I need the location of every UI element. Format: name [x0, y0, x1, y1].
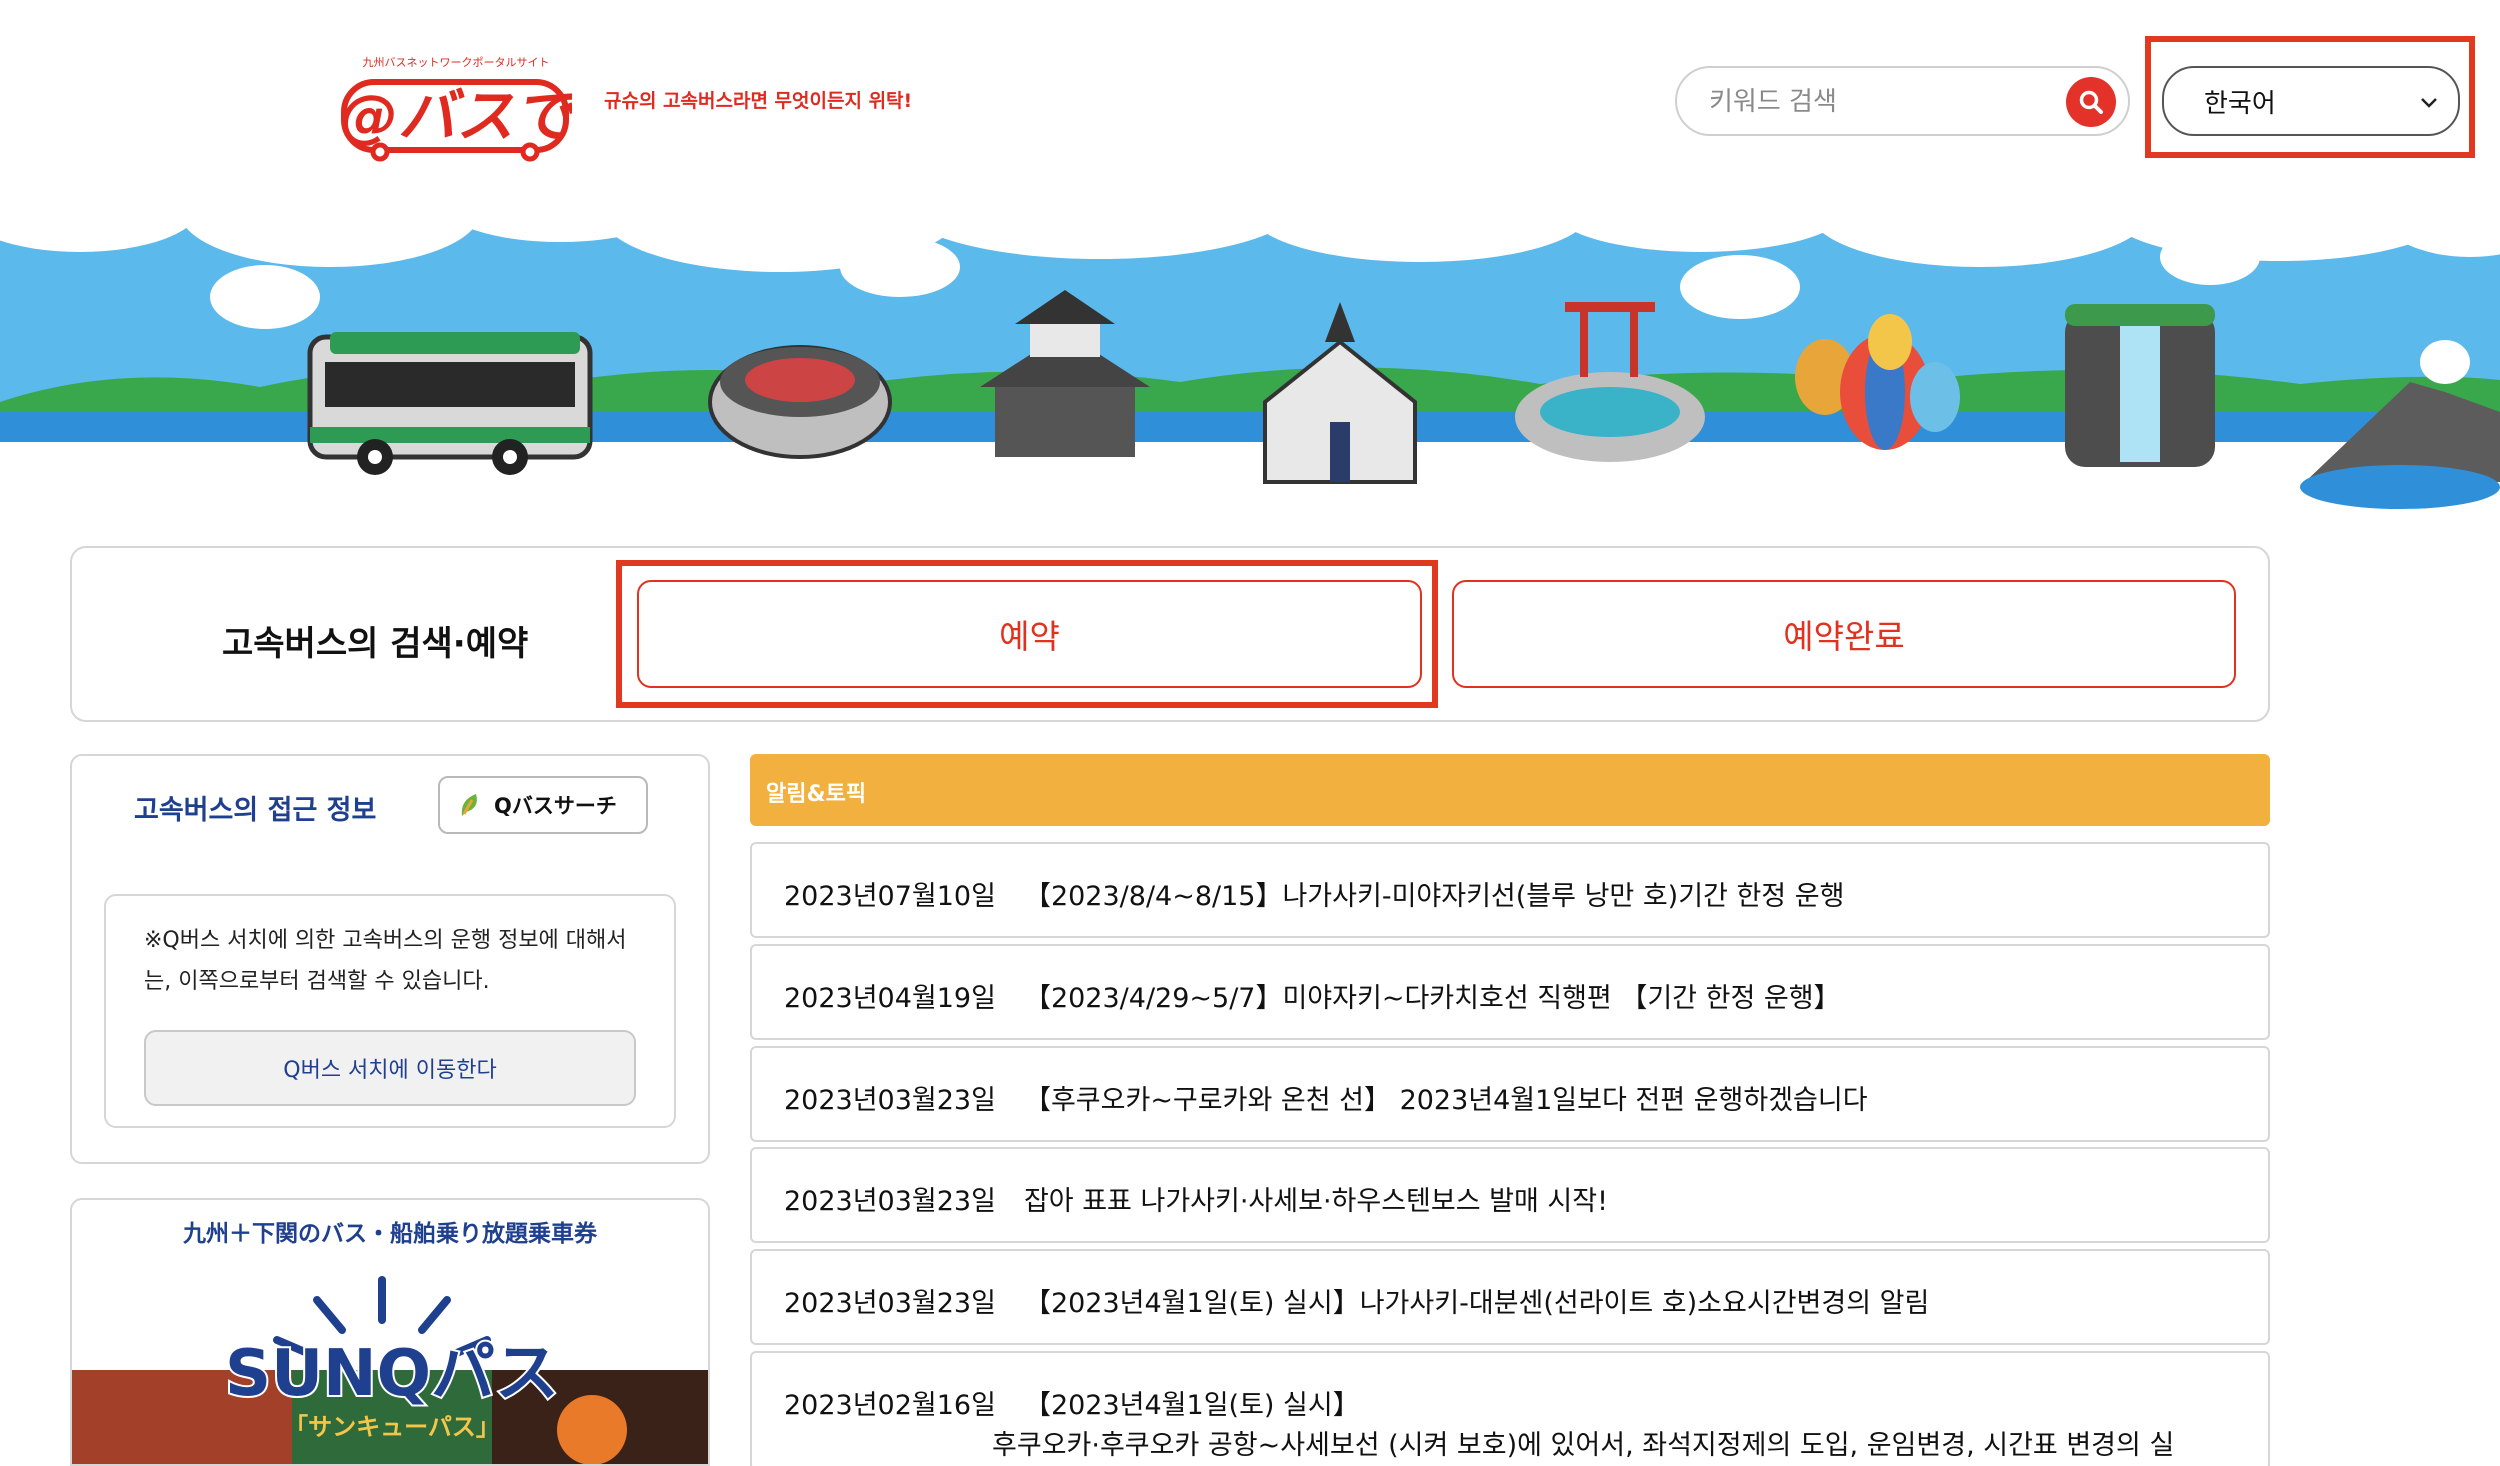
reservation-complete-button[interactable]: 예약완료 [1452, 580, 2236, 688]
stadium-illustration [708, 345, 892, 459]
sunq-logo-text: SUNQパス [225, 1337, 559, 1411]
news-title: 【후쿠오카~구로카와 온천 선】 2023년4월1일보다 전편 운행하겠습니다 [1023, 1085, 1868, 1116]
panel-title: 고속버스의 검색·예약 [222, 624, 529, 664]
chevron-down-icon [2421, 98, 2437, 108]
leaf-icon [461, 794, 477, 816]
news-header: 알림&토픽 [750, 754, 2270, 826]
news-item[interactable]: 2023년02월16일 【2023년4월1일(토) 실시】 후쿠오카·후쿠오카 공… [750, 1351, 2270, 1466]
news-title-continued: 후쿠오카·후쿠오카 공항~사세보선 (시켜 보호)에 있어서, 좌석지정제의 도… [992, 1430, 2175, 1461]
search-button[interactable] [2066, 77, 2116, 127]
site-tagline: 규슈의 고속버스라면 무엇이든지 위탁! [604, 90, 913, 112]
sunq-pass-promo[interactable]: 九州＋下関のバス・船舶乗り放題乗車券 SUNQパス 「サンキューパス」 [70, 1198, 710, 1466]
news-item[interactable]: 2023년03월23일 【2023년4월1일(토) 실시】나가사키-대분센(선라이… [750, 1249, 2270, 1345]
news-item[interactable]: 2023년04월19일 【2023/4/29~5/7】미야자키~다카치호선 직행편… [750, 944, 2270, 1040]
access-description: ※Q버스 서치에 의한 고속버스의 운행 정보에 대해서는, 이쪽으로부터 검색… [144, 928, 627, 994]
news-title: 【2023년4월1일(토) 실시】나가사키-대분센(선라이트 호)소요시간변경의… [1023, 1288, 1930, 1319]
news-date: 2023년03월23일 [784, 1288, 996, 1319]
keyword-search [1675, 66, 2130, 136]
news-item[interactable]: 2023년03월23일 잡아 표표 나가사키·사세보·하우스텐보스 발매 시작! [750, 1147, 2270, 1243]
search-icon [2079, 90, 2103, 114]
access-info-title: 고속버스의 접근 정보 [134, 795, 377, 826]
site-header: 九州バスネットワークポータルサイト @バスで 규슈의 고속버스라면 무엇이든지 … [0, 0, 2500, 212]
news-title: 【2023/4/29~5/7】미야자키~다카치호선 직행편 【기간 한정 운행】 [1023, 983, 1841, 1014]
news-item[interactable]: 2023년03월23일 【후쿠오카~구로카와 온천 선】 2023년4월1일보다 … [750, 1046, 2270, 1142]
language-value: 한국어 [2204, 88, 2276, 119]
news-title: 【2023년4월1일(토) 실시】 [1023, 1390, 1360, 1421]
site-logo[interactable]: 九州バスネットワークポータルサイト @バスで [340, 52, 572, 162]
access-info-card: ※Q버스 서치에 의한 고속버스의 운행 정보에 대해서는, 이쪽으로부터 검색… [104, 894, 676, 1128]
hero-banner [0, 212, 2500, 512]
access-info-box: 고속버스의 접근 정보 Qバスサーチ ※Q버스 서치에 의한 고속버스의 운행 … [70, 754, 710, 1164]
news-date: 2023년03월23일 [784, 1085, 996, 1116]
bus-illustration [307, 332, 593, 475]
news-date: 2023년03월23일 [784, 1186, 996, 1217]
qbus-search-badge[interactable]: Qバスサーチ [438, 776, 648, 834]
news-title: 잡아 표표 나가사키·사세보·하우스텐보스 발매 시작! [1023, 1186, 1608, 1217]
language-select[interactable]: 한국어 [2162, 66, 2460, 136]
reserve-button[interactable]: 예약 [637, 580, 1422, 688]
news-item[interactable]: 2023년07월10일 【2023/8/4~8/15】나가사키-미야자키선(블루 … [750, 842, 2270, 938]
qbus-badge-label: Qバスサーチ [494, 794, 617, 818]
sunq-pass-title: 九州＋下関のバス・船舶乗り放題乗車券 [183, 1221, 597, 1247]
news-date: 2023년02월16일 [784, 1390, 996, 1421]
logo-text: @バスで [340, 82, 572, 150]
logo-subtitle: 九州バスネットワークポータルサイト [363, 56, 550, 69]
news-date: 2023년04월19일 [784, 983, 996, 1014]
news-title: 【2023/8/4~8/15】나가사키-미야자키선(블루 낭만 호)기간 한정 … [1023, 881, 1845, 912]
news-date: 2023년07월10일 [784, 881, 996, 912]
search-input[interactable] [1709, 80, 2029, 124]
sunq-logo-sub: 「サンキューパス」 [284, 1413, 500, 1441]
goto-qbus-search-button[interactable]: Q버스 서치에 이동한다 [144, 1030, 636, 1106]
news-header-label: 알림&토픽 [766, 782, 867, 807]
sunq-pass-banner-image: SUNQパス 「サンキューパス」 [72, 1276, 708, 1464]
waterfall-illustration [2065, 304, 2215, 467]
